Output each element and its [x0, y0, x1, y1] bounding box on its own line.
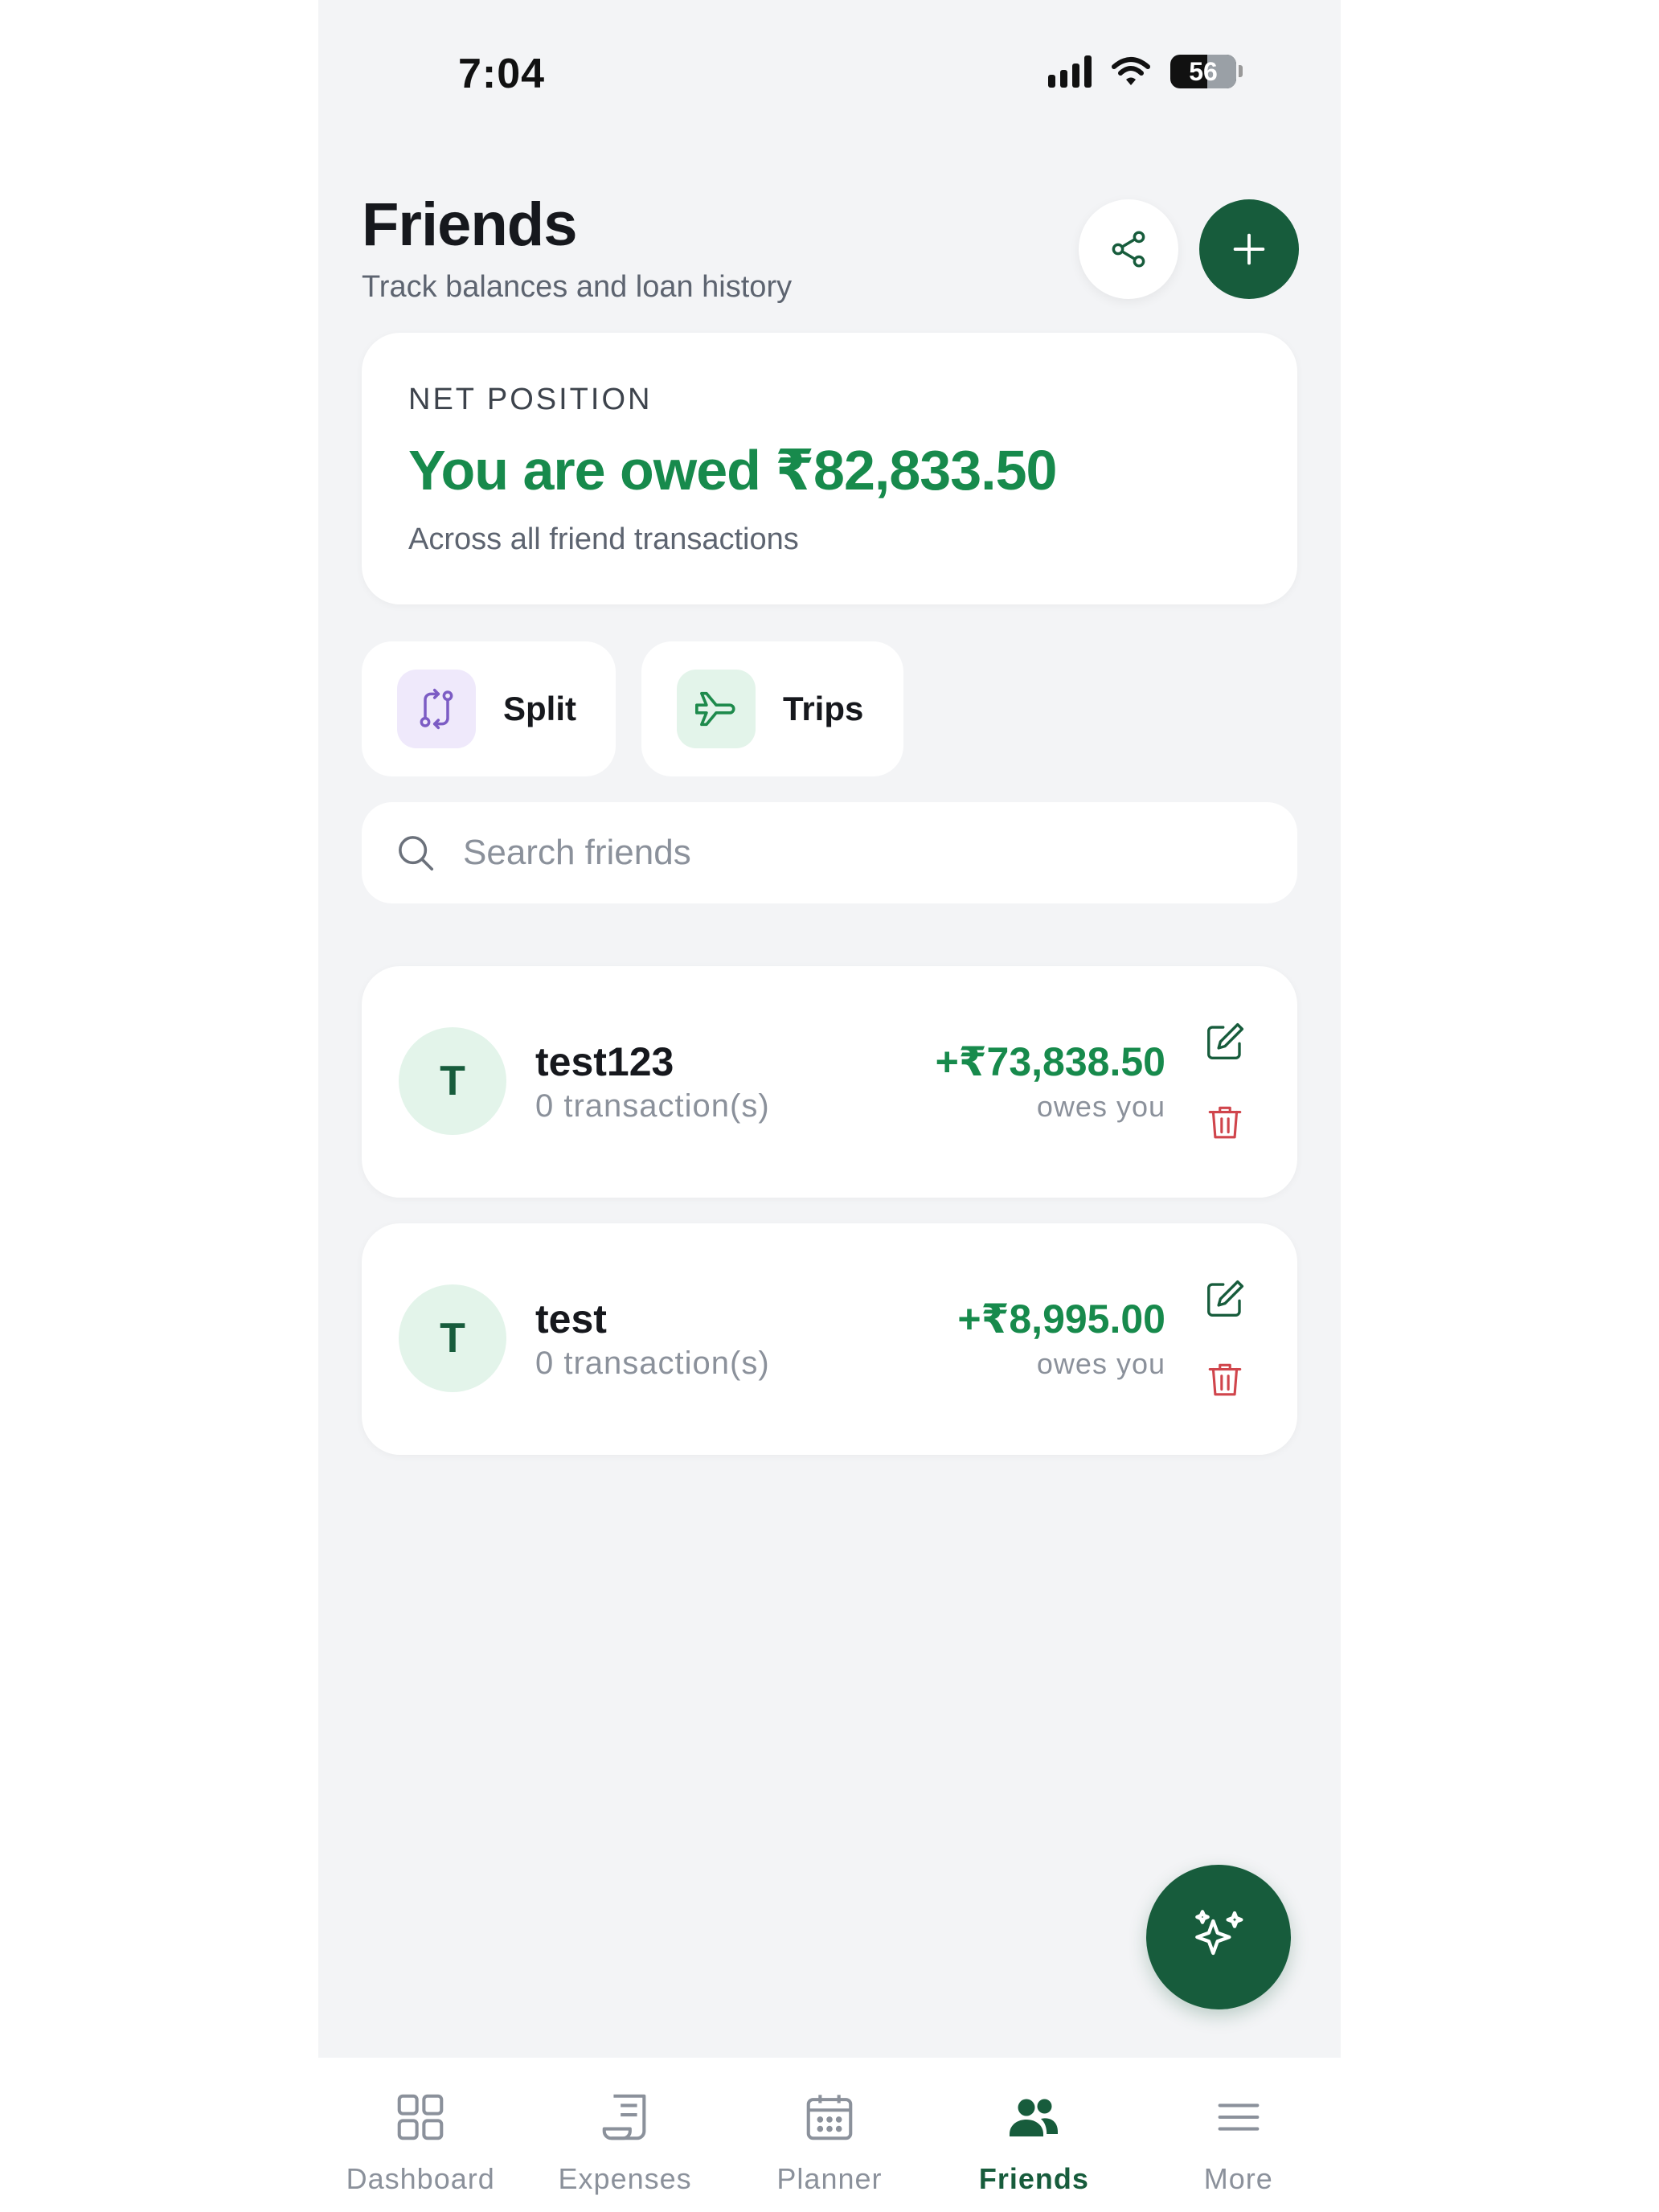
friend-balance: +₹73,838.50: [935, 1039, 1165, 1084]
net-position-card: NET POSITION You are owed ₹82,833.50 Acr…: [362, 333, 1297, 604]
nav-label: Dashboard: [346, 2162, 495, 2195]
grid-icon: [390, 2087, 451, 2148]
menu-icon: [1208, 2087, 1269, 2148]
trips-label: Trips: [783, 690, 864, 727]
edit-icon[interactable]: [1199, 1016, 1251, 1067]
sparkles-icon: [1195, 1910, 1243, 1956]
status-time: 7:04: [458, 51, 546, 97]
split-button[interactable]: Split: [362, 641, 616, 776]
search-icon: [399, 836, 434, 871]
add-friend-button[interactable]: [1199, 199, 1299, 299]
split-icon: [397, 670, 476, 748]
friend-name: test123: [535, 1039, 674, 1084]
ai-assistant-button[interactable]: [1146, 1865, 1291, 2009]
plus-icon: [1233, 233, 1265, 265]
wifi-icon: [1112, 57, 1150, 85]
net-position-amount: You are owed ₹82,833.50: [408, 439, 1057, 502]
friend-row[interactable]: T test123 0 transaction(s) +₹73,838.50 o…: [362, 966, 1297, 1198]
friend-balance-status: owes you: [1036, 1090, 1165, 1123]
search-input[interactable]: [463, 833, 1186, 873]
signal-icon: [1048, 55, 1092, 88]
trash-icon[interactable]: [1199, 1354, 1251, 1405]
receipt-icon: [595, 2087, 656, 2148]
friend-row[interactable]: T test 0 transaction(s) +₹8,995.00 owes …: [362, 1223, 1297, 1455]
airplane-icon: [677, 670, 756, 748]
share-icon: [1112, 231, 1145, 268]
nav-more[interactable]: More: [1137, 2058, 1341, 2212]
calendar-icon: [799, 2087, 860, 2148]
status-icons: 56: [1048, 55, 1243, 88]
friend-balance: +₹8,995.00: [957, 1296, 1165, 1342]
friend-balance-status: owes you: [1036, 1347, 1165, 1380]
page-subtitle: Track balances and loan history: [362, 270, 793, 304]
friend-name: test: [535, 1296, 607, 1342]
users-icon: [1003, 2087, 1064, 2148]
trips-button[interactable]: Trips: [641, 641, 903, 776]
bottom-navigation: Dashboard Expenses Planner Friends More: [318, 2058, 1341, 2212]
nav-dashboard[interactable]: Dashboard: [318, 2058, 522, 2212]
page-title: Friends: [362, 190, 577, 259]
nav-label: Friends: [978, 2162, 1089, 2195]
nav-label: Planner: [776, 2162, 883, 2195]
nav-expenses[interactable]: Expenses: [522, 2058, 727, 2212]
nav-planner[interactable]: Planner: [727, 2058, 932, 2212]
friend-transaction-count: 0 transaction(s): [535, 1346, 770, 1381]
edit-icon[interactable]: [1199, 1273, 1251, 1325]
battery-level: 56: [1189, 56, 1218, 86]
trash-icon[interactable]: [1199, 1096, 1251, 1148]
search-bar[interactable]: [362, 802, 1297, 903]
net-position-description: Across all friend transactions: [408, 522, 799, 556]
nav-label: Expenses: [558, 2162, 692, 2195]
share-button[interactable]: [1079, 199, 1178, 299]
friend-transaction-count: 0 transaction(s): [535, 1088, 770, 1124]
friends-screen: 7:04 56 Friends Track balances and loan …: [318, 0, 1341, 2212]
avatar: T: [399, 1027, 506, 1135]
net-position-label: NET POSITION: [408, 383, 653, 416]
avatar: T: [399, 1284, 506, 1392]
nav-label: More: [1203, 2162, 1273, 2195]
battery-icon: 56: [1170, 55, 1243, 88]
split-label: Split: [503, 690, 576, 727]
nav-friends[interactable]: Friends: [932, 2058, 1136, 2212]
